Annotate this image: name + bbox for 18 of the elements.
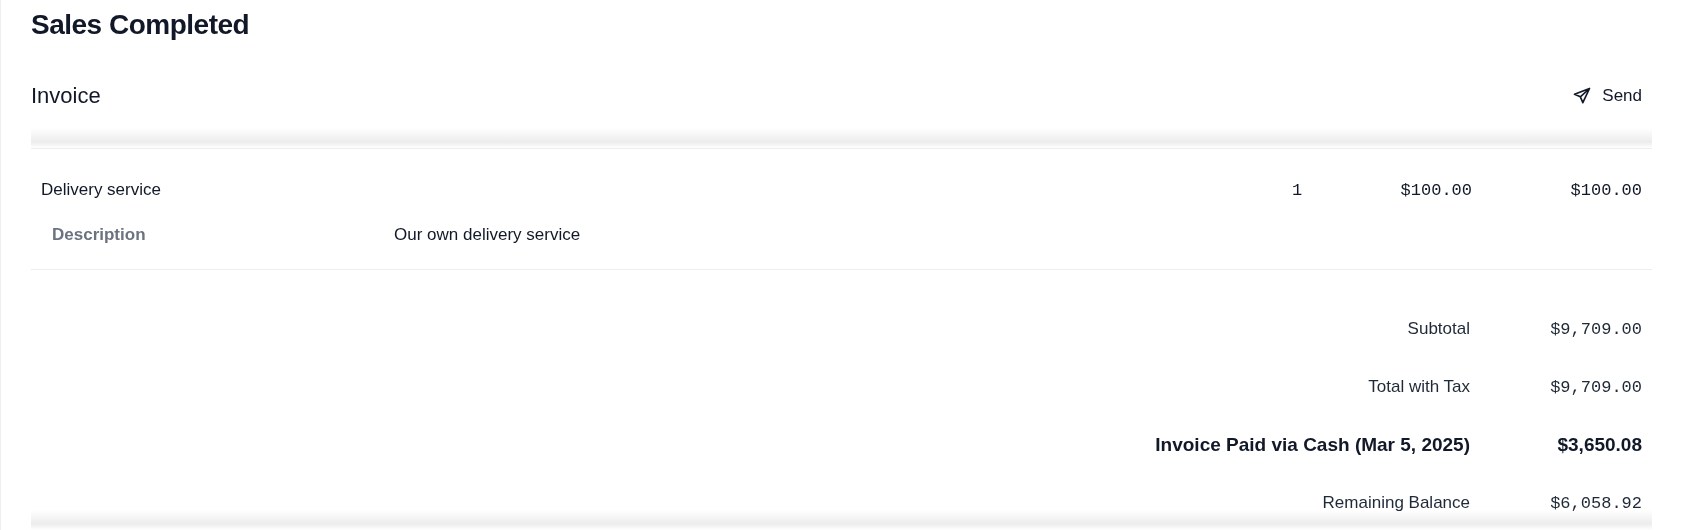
- send-icon: [1572, 86, 1593, 106]
- item-quantity: 1: [1292, 180, 1304, 200]
- item-amount: $100.00: [1569, 180, 1643, 200]
- page-title: Sales Completed: [31, 8, 251, 42]
- description-label: Description: [51, 225, 147, 245]
- total-label: Total with Tax: [1368, 377, 1470, 397]
- total-label: Subtotal: [1407, 319, 1470, 339]
- total-value: $9,709.00: [1549, 319, 1643, 339]
- total-label: Remaining Balance: [1322, 493, 1470, 513]
- invoice-title: Invoice: [31, 83, 101, 109]
- item-name: Delivery service: [40, 180, 162, 200]
- total-value: $3,650.08: [1556, 434, 1643, 456]
- total-value: $6,058.92: [1549, 493, 1643, 513]
- description-text: Our own delivery service: [394, 225, 581, 245]
- item-unit-price: $100.00: [1399, 180, 1472, 200]
- total-label: Invoice Paid via Cash (Mar 5, 2025): [1155, 434, 1470, 456]
- send-button[interactable]: Send: [1564, 80, 1654, 112]
- total-value: $9,709.00: [1549, 377, 1643, 397]
